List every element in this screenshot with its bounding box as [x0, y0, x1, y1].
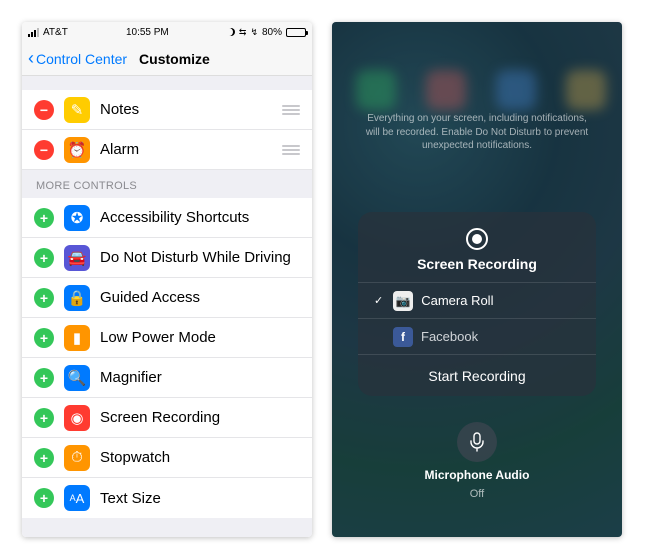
included-row[interactable]: − ✎ Notes [22, 90, 312, 130]
row-label: Accessibility Shortcuts [100, 209, 300, 226]
stopwatch-icon: ⏱ [64, 445, 90, 471]
carrier-label: AT&T [43, 27, 68, 38]
recording-sheet-screen: Everything on your screen, including not… [332, 22, 622, 537]
microphone-block[interactable]: Microphone Audio Off [332, 422, 622, 500]
battery-icon [286, 28, 306, 37]
microphone-label: Microphone Audio [425, 468, 530, 482]
reorder-handle-icon[interactable] [282, 145, 300, 155]
add-button[interactable]: + [34, 408, 54, 428]
car-icon: 🚘 [64, 245, 90, 271]
recording-hint: Everything on your screen, including not… [332, 112, 622, 153]
microphone-state: Off [470, 488, 484, 500]
row-label: Stopwatch [100, 449, 300, 466]
more-row[interactable]: + AA Text Size [22, 478, 312, 518]
page-title: Customize [139, 51, 210, 67]
magnifier-icon: 🔍 [64, 365, 90, 391]
add-button[interactable]: + [34, 368, 54, 388]
more-row[interactable]: + ◉ Screen Recording [22, 398, 312, 438]
record-circle-icon [466, 228, 488, 250]
controls-list: − ✎ Notes − ⏰ Alarm MORE CONTROLS + ✪ Ac… [22, 76, 312, 537]
clock: 10:55 PM [126, 27, 169, 38]
row-label: Guided Access [100, 289, 300, 306]
sheet-title: Screen Recording [417, 256, 537, 272]
row-label: Magnifier [100, 369, 300, 386]
destination-label: Camera Roll [421, 293, 493, 308]
add-button[interactable]: + [34, 248, 54, 268]
add-button[interactable]: + [34, 288, 54, 308]
camera-icon: 📷 [393, 291, 413, 311]
back-button[interactable]: Control Center [36, 51, 127, 67]
row-label: Text Size [100, 490, 300, 507]
more-row[interactable]: + ▮ Low Power Mode [22, 318, 312, 358]
row-label: Do Not Disturb While Driving [100, 249, 300, 266]
status-bar: AT&T 10:55 PM ⇆ ↯ 80% [22, 22, 312, 42]
more-row[interactable]: + ✪ Accessibility Shortcuts [22, 198, 312, 238]
row-label: Screen Recording [100, 409, 300, 426]
accessibility-icon: ✪ [64, 205, 90, 231]
record-icon: ◉ [64, 405, 90, 431]
battery-pct: 80% [262, 27, 282, 38]
destination-facebook[interactable]: f Facebook [358, 318, 596, 354]
add-button[interactable]: + [34, 328, 54, 348]
lock-icon: 🔒 [64, 285, 90, 311]
battery-mode-icon: ▮ [64, 325, 90, 351]
section-header: MORE CONTROLS [22, 170, 312, 198]
add-button[interactable]: + [34, 208, 54, 228]
add-button[interactable]: + [34, 488, 54, 508]
included-row[interactable]: − ⏰ Alarm [22, 130, 312, 170]
nav-bar: ‹ Control Center Customize [22, 42, 312, 76]
more-row[interactable]: + 🔍 Magnifier [22, 358, 312, 398]
alarm-icon: ⏰ [64, 137, 90, 163]
notes-icon: ✎ [64, 97, 90, 123]
facebook-icon: f [393, 327, 413, 347]
row-label: Low Power Mode [100, 329, 300, 346]
signal-icon [28, 28, 39, 37]
more-row[interactable]: + 🚘 Do Not Disturb While Driving [22, 238, 312, 278]
recording-sheet: Screen Recording 📷 Camera Roll f Faceboo… [358, 212, 596, 396]
back-chevron-icon[interactable]: ‹ [28, 48, 34, 69]
row-label: Notes [100, 101, 282, 118]
do-not-disturb-icon [227, 28, 235, 36]
reorder-handle-icon[interactable] [282, 105, 300, 115]
row-label: Alarm [100, 141, 282, 158]
remove-button[interactable]: − [34, 140, 54, 160]
add-button[interactable]: + [34, 448, 54, 468]
more-row[interactable]: + 🔒 Guided Access [22, 278, 312, 318]
microphone-icon[interactable] [457, 422, 497, 462]
start-recording-button[interactable]: Start Recording [358, 354, 596, 396]
text-size-icon: AA [64, 485, 90, 511]
remove-button[interactable]: − [34, 100, 54, 120]
destination-label: Facebook [421, 329, 478, 344]
settings-screen: AT&T 10:55 PM ⇆ ↯ 80% ‹ Control Center C… [22, 22, 312, 537]
more-row[interactable]: + ⏱ Stopwatch [22, 438, 312, 478]
destination-camera-roll[interactable]: 📷 Camera Roll [358, 282, 596, 318]
